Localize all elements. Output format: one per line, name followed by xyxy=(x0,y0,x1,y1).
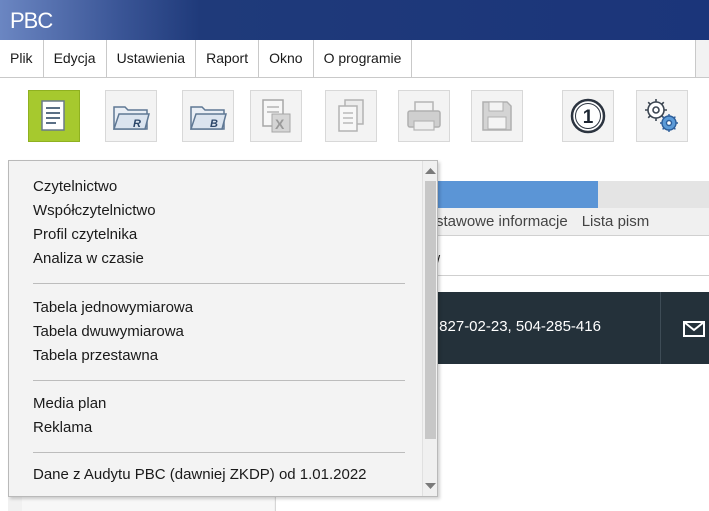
menu-filler xyxy=(412,40,695,77)
folder-b-icon: B xyxy=(189,106,227,130)
copy-document-icon xyxy=(338,99,364,132)
chevron-up-icon xyxy=(425,168,436,174)
floppy-save-icon xyxy=(482,101,512,131)
settings-gears-icon xyxy=(645,99,678,132)
dropdown-list: Czytelnictwo Współczytelnictwo Profil cz… xyxy=(9,161,421,496)
phone-numbers: ) 827-02-23, 504-285-416 xyxy=(430,318,601,335)
content-tabs: stawowe informacje Lista pism xyxy=(410,208,709,236)
save-button[interactable] xyxy=(471,90,523,142)
menu-item-reklama[interactable]: Reklama xyxy=(33,417,92,439)
menu-item-tabela-jednowymiarowa[interactable]: Tabela jednowymiarowa xyxy=(33,297,193,319)
menu-right-strip xyxy=(695,40,709,77)
toolbar: R B X 1 xyxy=(0,78,709,160)
excel-export-button[interactable]: X xyxy=(250,90,302,142)
menu-separator xyxy=(33,283,405,284)
tab-lista-pism[interactable]: Lista pism xyxy=(568,213,650,230)
url-field[interactable]: / xyxy=(410,248,709,276)
title-bar: PBC xyxy=(0,0,709,40)
menu-item-media-plan[interactable]: Media plan xyxy=(33,393,106,415)
folder-r-icon: R xyxy=(112,106,150,130)
number-one-button[interactable]: 1 xyxy=(562,90,614,142)
report-button[interactable] xyxy=(28,90,80,142)
menu-ustawienia[interactable]: Ustawienia xyxy=(107,40,197,77)
report-document-icon xyxy=(41,100,65,131)
menu-item-wspolczytelnictwo[interactable]: Współczytelnictwo xyxy=(33,200,156,222)
progress-header-bar xyxy=(410,181,598,208)
number-one-circle-icon: 1 xyxy=(570,98,606,134)
banner-divider xyxy=(660,292,661,364)
menu-o-programie[interactable]: O programie xyxy=(314,40,413,77)
scroll-up-arrow[interactable] xyxy=(423,163,438,179)
menu-bar: Plik Edycja Ustawienia Raport Okno O pro… xyxy=(0,40,709,78)
menu-okno[interactable]: Okno xyxy=(259,40,314,77)
open-r-button[interactable]: R xyxy=(105,90,157,142)
scroll-down-arrow[interactable] xyxy=(423,478,438,494)
dropdown-scrollbar[interactable] xyxy=(422,161,437,496)
settings-button[interactable] xyxy=(636,90,688,142)
svg-text:R: R xyxy=(133,118,141,130)
menu-plik[interactable]: Plik xyxy=(0,40,44,77)
menu-item-tabela-przestawna[interactable]: Tabela przestawna xyxy=(33,345,158,367)
menu-edycja[interactable]: Edycja xyxy=(44,40,107,77)
scroll-thumb[interactable] xyxy=(425,181,436,439)
menu-item-profil-czytelnika[interactable]: Profil czytelnika xyxy=(33,224,137,246)
menu-item-tabela-dwuwymiarowa[interactable]: Tabela dwuwymiarowa xyxy=(33,321,184,343)
svg-text:1: 1 xyxy=(583,107,594,128)
printer-icon xyxy=(407,101,441,131)
raport-dropdown-menu: Czytelnictwo Współczytelnictwo Profil cz… xyxy=(8,160,438,497)
chevron-down-icon xyxy=(425,483,436,489)
menu-item-czytelnictwo[interactable]: Czytelnictwo xyxy=(33,176,117,198)
menu-item-dane-z-audytu[interactable]: Dane z Audytu PBC (dawniej ZKDP) od 1.01… xyxy=(33,464,367,486)
menu-separator xyxy=(33,452,405,453)
menu-raport[interactable]: Raport xyxy=(196,40,260,77)
menu-item-analiza-w-czasie[interactable]: Analiza w czasie xyxy=(33,248,144,270)
print-button[interactable] xyxy=(398,90,450,142)
app-logo: PBC xyxy=(10,8,53,33)
excel-export-icon: X xyxy=(262,99,291,133)
svg-text:B: B xyxy=(210,118,218,130)
header-bar-remainder xyxy=(598,181,709,208)
copy-button[interactable] xyxy=(325,90,377,142)
mail-icon[interactable] xyxy=(683,321,705,337)
open-b-button[interactable]: B xyxy=(182,90,234,142)
menu-separator xyxy=(33,380,405,381)
svg-text:X: X xyxy=(275,116,285,132)
